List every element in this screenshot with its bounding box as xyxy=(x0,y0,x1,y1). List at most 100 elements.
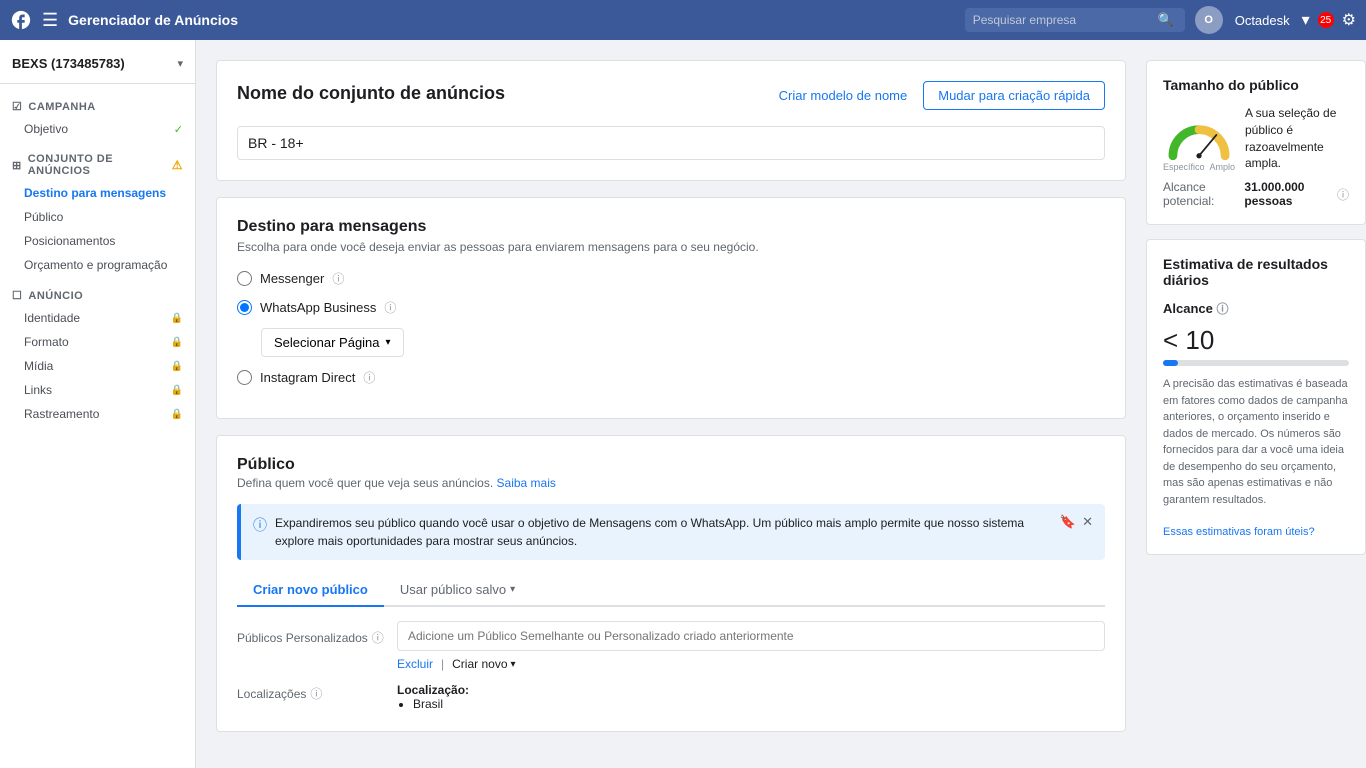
ad-set-name-left: Nome do conjunto de anúncios xyxy=(237,83,505,108)
lock-icon: 🔒 xyxy=(171,337,183,348)
estimativa-bar xyxy=(1163,360,1178,366)
anuncio-label: Anúncio xyxy=(28,290,83,302)
sidebar-section-campanha: ☑ Campanha Objetivo ✓ xyxy=(0,92,195,145)
saiba-mais-link[interactable]: Saiba mais xyxy=(497,476,556,490)
app-layout: BEXS (173485783) ▾ ☑ Campanha Objetivo ✓… xyxy=(0,40,1366,768)
sidebar-section-anuncio: ☐ Anúncio Identidade 🔒 Formato 🔒 Mídia 🔒… xyxy=(0,281,195,430)
instagram-radio[interactable] xyxy=(237,370,252,385)
orcamento-label: Orçamento e programação xyxy=(24,258,167,272)
topbar-actions: O Octadesk ▾ 25 ⚙ xyxy=(1195,6,1356,34)
topbar-title: Gerenciador de Anúncios xyxy=(68,12,965,28)
info-box-actions: 🔖 ✕ xyxy=(1060,514,1093,530)
lock-icon: 🔒 xyxy=(171,313,183,324)
sidebar-item-midia[interactable]: Mídia 🔒 xyxy=(0,354,195,378)
quick-create-button[interactable]: Mudar para criação rápida xyxy=(923,81,1105,110)
right-panel: Tamanho do público Esp xyxy=(1146,40,1366,768)
whatsapp-radio[interactable] xyxy=(237,300,252,315)
ad-set-name-title: Nome do conjunto de anúncios xyxy=(237,83,505,104)
search-input[interactable] xyxy=(973,13,1158,27)
tab-criar-novo[interactable]: Criar novo público xyxy=(237,574,384,607)
sidebar-item-publico[interactable]: Público xyxy=(0,205,195,229)
estimativa-card: Estimativa de resultados diários Alcance… xyxy=(1146,239,1366,555)
sidebar: BEXS (173485783) ▾ ☑ Campanha Objetivo ✓… xyxy=(0,40,196,768)
sidebar-item-destino[interactable]: Destino para mensagens xyxy=(0,181,195,205)
estimativa-note: A precisão das estimativas é baseada em … xyxy=(1163,376,1349,508)
sidebar-item-posicionamentos[interactable]: Posicionamentos xyxy=(0,229,195,253)
conjunto-label: Conjunto de anúncios xyxy=(28,153,168,177)
identidade-label: Identidade xyxy=(24,311,80,325)
localizacoes-info-icon[interactable]: ⓘ xyxy=(310,685,322,702)
select-page-button[interactable]: Selecionar Página ▾ xyxy=(261,328,404,357)
estimativa-link[interactable]: Essas estimativas foram úteis? xyxy=(1163,526,1315,538)
sidebar-item-links[interactable]: Links 🔒 xyxy=(0,378,195,402)
estimativa-value: < 10 xyxy=(1163,325,1349,356)
instagram-info-icon[interactable]: ⓘ xyxy=(363,369,375,386)
messenger-label: Messenger xyxy=(260,271,324,286)
anuncio-section-icon: ☐ xyxy=(12,289,22,302)
criar-novo-chevron-icon: ▾ xyxy=(511,659,516,670)
tamanho-publico-card: Tamanho do público Esp xyxy=(1146,60,1366,225)
alcance-info-icon[interactable]: ⓘ xyxy=(1217,302,1229,316)
whatsapp-info-icon[interactable]: ⓘ xyxy=(384,299,396,316)
account-chevron-icon: ▾ xyxy=(177,57,183,70)
bookmark-icon[interactable]: 🔖 xyxy=(1060,514,1076,530)
campanha-section-icon: ☑ xyxy=(12,100,22,113)
link-divider: | xyxy=(441,657,444,671)
reach-label: Alcance potencial: xyxy=(1163,180,1240,208)
menu-icon[interactable]: ☰ xyxy=(42,10,58,31)
info-box-icon: ⓘ xyxy=(253,515,267,535)
settings-icon[interactable]: ⚙ xyxy=(1342,10,1356,30)
chevron-down-icon[interactable]: ▾ xyxy=(1302,10,1310,30)
username-label: Octadesk xyxy=(1235,13,1290,28)
account-selector[interactable]: BEXS (173485783) ▾ xyxy=(0,50,195,84)
create-template-link[interactable]: Criar modelo de nome xyxy=(779,88,908,103)
messenger-radio[interactable] xyxy=(237,271,252,286)
reach-info-icon[interactable]: ⓘ xyxy=(1337,186,1349,203)
topbar: ☰ Gerenciador de Anúncios 🔍 O Octadesk ▾… xyxy=(0,0,1366,40)
destino-label: Destino para mensagens xyxy=(24,186,166,200)
messenger-option[interactable]: Messenger ⓘ xyxy=(237,270,1105,287)
destino-desc: Escolha para onde você deseja enviar as … xyxy=(237,240,1105,254)
localizacoes-label: Localizações ⓘ xyxy=(237,683,397,702)
messenger-info-icon[interactable]: ⓘ xyxy=(332,270,344,287)
criar-novo-link[interactable]: Criar novo ▾ xyxy=(452,657,515,671)
topbar-search[interactable]: 🔍 xyxy=(965,8,1185,32)
notification-badge[interactable]: 25 xyxy=(1318,12,1334,28)
sidebar-section-anuncio-header: ☐ Anúncio xyxy=(0,285,195,306)
ad-set-name-input[interactable] xyxy=(237,126,1105,160)
sidebar-item-objetivo[interactable]: Objetivo ✓ xyxy=(0,117,195,141)
gauge-chart: Específico Amplo xyxy=(1163,121,1235,157)
sidebar-item-identidade[interactable]: Identidade 🔒 xyxy=(0,306,195,330)
select-page-label: Selecionar Página xyxy=(274,335,380,350)
publico-desc: Defina quem você quer que veja seus anún… xyxy=(237,476,493,490)
tab-usar-salvo[interactable]: Usar público salvo ▾ xyxy=(384,574,531,607)
search-icon: 🔍 xyxy=(1158,12,1174,28)
warning-icon: ⚠ xyxy=(172,158,183,172)
destino-mensagens-card: Destino para mensagens Escolha para onde… xyxy=(216,197,1126,419)
instagram-label: Instagram Direct xyxy=(260,370,355,385)
publicos-input-wrap: Excluir | Criar novo ▾ xyxy=(397,621,1105,671)
publicos-input[interactable] xyxy=(397,621,1105,651)
whatsapp-label: WhatsApp Business xyxy=(260,300,376,315)
sidebar-item-formato[interactable]: Formato 🔒 xyxy=(0,330,195,354)
usar-salvo-tab-label: Usar público salvo xyxy=(400,582,506,597)
account-name: BEXS (173485783) xyxy=(12,56,177,71)
usar-salvo-chevron-icon: ▾ xyxy=(510,584,515,595)
sidebar-section-conjunto-header: ⊞ Conjunto de anúncios ⚠ xyxy=(0,149,195,181)
estimativa-title: Estimativa de resultados diários xyxy=(1163,256,1349,288)
objetivo-label: Objetivo xyxy=(24,122,68,136)
gauge-amplo-label: Amplo xyxy=(1209,162,1235,172)
tamanho-desc: A sua seleção de público é razoavelmente… xyxy=(1245,105,1349,172)
instagram-option[interactable]: Instagram Direct ⓘ xyxy=(237,369,1105,386)
avatar[interactable]: O xyxy=(1195,6,1223,34)
facebook-logo-icon xyxy=(10,9,32,31)
sidebar-item-rastreamento[interactable]: Rastreamento 🔒 xyxy=(0,402,195,426)
destino-title: Destino para mensagens xyxy=(237,218,1105,236)
sidebar-item-orcamento[interactable]: Orçamento e programação xyxy=(0,253,195,277)
close-icon[interactable]: ✕ xyxy=(1082,514,1093,530)
publicos-info-icon[interactable]: ⓘ xyxy=(372,629,384,646)
info-box-text: Expandiremos seu público quando você usa… xyxy=(275,514,1052,550)
excluir-link[interactable]: Excluir xyxy=(397,657,433,671)
whatsapp-option[interactable]: WhatsApp Business ⓘ xyxy=(237,299,1105,316)
localizacao-brasil: Brasil xyxy=(413,697,1105,711)
